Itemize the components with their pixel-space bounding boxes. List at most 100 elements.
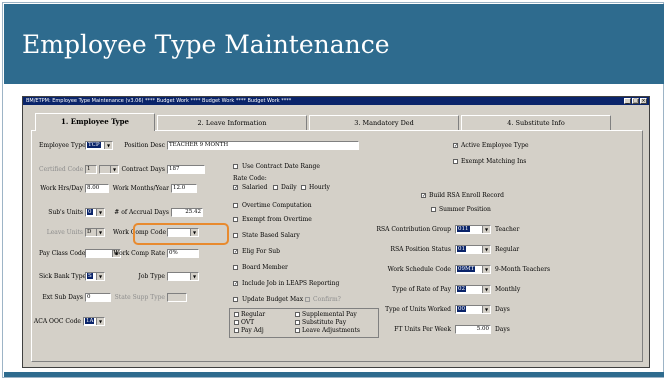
state-based-salary-checkbox[interactable] [233, 233, 238, 238]
pay-adj-checkbox[interactable] [234, 328, 239, 333]
board-member-checkbox[interactable] [233, 265, 238, 270]
rsa-status-select[interactable]: 01 ▼ [455, 245, 491, 254]
substitute-pay-checkbox[interactable] [295, 320, 300, 325]
tab-mandatory-ded[interactable]: 3. Mandatory Ded [309, 115, 459, 130]
work-hrs-input[interactable]: 8.00 [85, 184, 109, 193]
leave-units-select[interactable]: D ▼ [85, 228, 105, 237]
leave-adjustments-label: Leave Adjustments [302, 327, 360, 334]
work-comp-rate-input[interactable]: 0% [167, 249, 199, 258]
build-rsa-checkbox[interactable]: ✓ [421, 193, 426, 199]
aca-ooc-select[interactable]: 1A ▼ [83, 317, 105, 326]
supplemental-pay-checkbox[interactable] [295, 312, 300, 317]
work-schedule-select[interactable]: 09MT ▼ [455, 265, 491, 274]
type-rate-select[interactable]: 02 ▼ [455, 285, 491, 294]
work-hrs-label: Work Hrs/Day [40, 185, 83, 192]
accrual-days-input[interactable]: 25.42 [171, 208, 203, 217]
overtime-computation-checkbox[interactable] [233, 203, 238, 208]
window-title: BM/ETPM: Employee Type Maintenance (v3.0… [26, 98, 292, 104]
ext-sub-days-input[interactable]: 0 [85, 293, 111, 302]
chevron-down-icon[interactable]: ▼ [96, 229, 104, 236]
selected-value: 00 [457, 306, 466, 312]
include-leaps-checkbox[interactable]: ✓ [233, 281, 238, 287]
chevron-down-icon[interactable]: ▼ [96, 273, 104, 280]
close-icon[interactable]: × [640, 98, 647, 104]
pay-adj-label: Pay Adj [241, 327, 264, 334]
work-schedule-label: Work Schedule Code [387, 266, 451, 273]
rsa-group-select[interactable]: 011 ▼ [455, 225, 491, 234]
exempt-overtime-checkbox[interactable] [233, 217, 238, 222]
sick-bank-label: Sick Bank Type [39, 273, 87, 280]
state-supp-input[interactable] [167, 293, 187, 302]
selected-value: 02 [457, 286, 466, 292]
chevron-down-icon[interactable]: ▼ [482, 226, 490, 233]
confirm-checkbox[interactable] [305, 297, 310, 302]
rsa-group-label: RSA Contribution Group [376, 226, 451, 233]
hourly-checkbox[interactable] [301, 185, 306, 190]
selected-value: TCP [87, 142, 101, 148]
type-units-label: Type of Units Worked [385, 306, 451, 313]
job-type-label: Job Type [138, 273, 165, 280]
chevron-down-icon[interactable]: ▼ [96, 209, 104, 216]
tab-label: 3. Mandatory Ded [354, 119, 414, 127]
active-employee-type-checkbox[interactable]: ✓ [453, 143, 458, 149]
use-contract-date-range-label: Use Contract Date Range [242, 163, 320, 170]
contract-days-highlight [133, 223, 229, 245]
selected-value: 011 [457, 226, 470, 232]
chevron-down-icon[interactable]: ▼ [482, 246, 490, 253]
type-units-select[interactable]: 00 ▼ [455, 305, 491, 314]
state-based-salary-label: State Based Salary [242, 232, 300, 239]
work-comp-rate-label: Work Comp Rate [113, 250, 165, 257]
aca-ooc-label: ACA OOC Code [33, 318, 81, 325]
chevron-down-icon[interactable]: ▼ [104, 142, 112, 149]
fte-input[interactable]: 5.00 [455, 325, 491, 334]
maximize-icon[interactable]: □ [632, 98, 639, 104]
salaried-checkbox[interactable]: ✓ [233, 185, 238, 191]
regular-label: Regular [241, 311, 266, 318]
chevron-down-icon[interactable]: ▼ [482, 286, 490, 293]
regular-checkbox[interactable] [234, 312, 239, 317]
tab-substitute-info[interactable]: 4. Substitute Info [461, 115, 611, 130]
summer-position-label: Summer Position [439, 206, 491, 213]
position-desc-input[interactable]: TEACHER 9 MONTH [167, 141, 359, 150]
employee-type-select[interactable]: TCP ▼ [85, 141, 113, 150]
exempt-matching-ins-checkbox[interactable] [453, 159, 458, 164]
work-months-label: Work Months/Year [112, 185, 169, 192]
accrual-days-label: # of Accrual Days [114, 209, 169, 216]
elig-for-sub-checkbox[interactable]: ✓ [233, 249, 238, 255]
overtime-computation-label: Overtime Computation [242, 202, 312, 209]
fte-label: FT Units Per Week [394, 326, 451, 333]
summer-position-checkbox[interactable] [431, 207, 436, 212]
rate-code-label: Rate Code: [233, 175, 267, 182]
ovt-checkbox[interactable] [234, 320, 239, 325]
certified-code-dropdown[interactable]: ▼ [99, 165, 119, 174]
tab-employee-type[interactable]: 1. Employee Type [35, 113, 155, 131]
daily-checkbox[interactable] [273, 185, 278, 190]
chevron-down-icon[interactable]: ▼ [190, 273, 198, 280]
subs-units-select[interactable]: 0 ▼ [85, 208, 105, 217]
type-rate-label: Type of Rate of Pay [391, 286, 451, 293]
rsa-status-desc: Regular [495, 246, 520, 253]
leave-adjustments-checkbox[interactable] [295, 328, 300, 333]
chevron-down-icon[interactable]: ▼ [110, 166, 118, 173]
selected-value: 01 [457, 246, 466, 252]
minimize-icon[interactable]: _ [624, 98, 631, 104]
chevron-down-icon[interactable]: ▼ [482, 266, 490, 273]
update-budget-max-checkbox[interactable] [233, 297, 238, 302]
contract-days-input[interactable]: 187 [167, 165, 205, 174]
window-titlebar: BM/ETPM: Employee Type Maintenance (v3.0… [23, 97, 649, 105]
pay-class-label: Pay Class Code [39, 250, 86, 257]
type-units-desc: Days [495, 306, 510, 313]
sick-bank-select[interactable]: S ▼ [85, 272, 105, 281]
job-type-select[interactable]: ▼ [167, 272, 199, 281]
tab-leave-information[interactable]: 2. Leave Information [157, 115, 307, 130]
exempt-overtime-label: Exempt from Overtime [242, 216, 312, 223]
work-months-input[interactable]: 12.0 [171, 184, 197, 193]
bottom-strip [4, 372, 664, 377]
use-contract-date-range-checkbox[interactable] [233, 164, 238, 169]
type-rate-desc: Monthly [495, 286, 521, 293]
tab-label: 1. Employee Type [61, 117, 129, 126]
chevron-down-icon[interactable]: ▼ [96, 318, 104, 325]
chevron-down-icon[interactable]: ▼ [482, 306, 490, 313]
certified-code-input[interactable]: 1 [85, 165, 97, 174]
ext-sub-days-label: Ext Sub Days [42, 294, 83, 301]
